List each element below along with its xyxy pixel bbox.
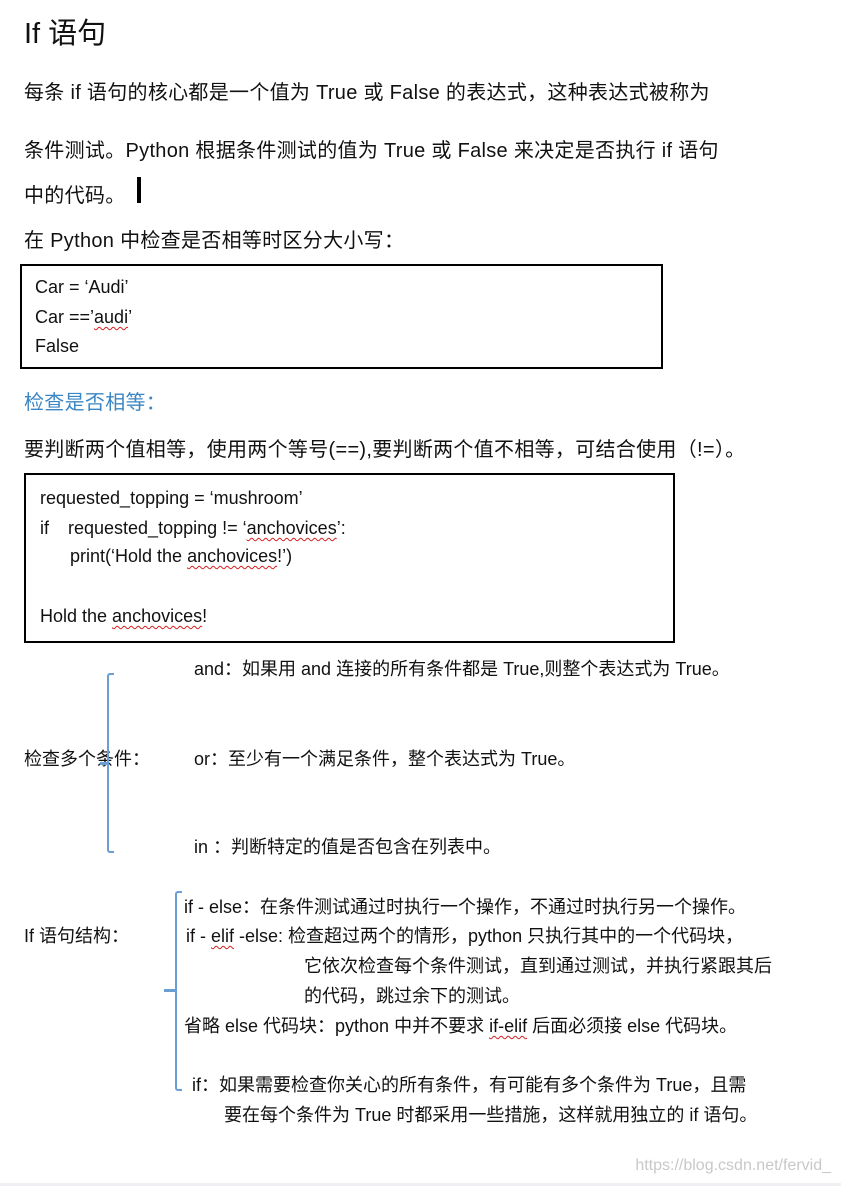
page-title: If 语句 xyxy=(24,18,107,50)
if-elif-else-line-2: 它依次检查每个条件测试，直到通过测试，并执行紧跟其后 xyxy=(304,956,772,976)
omit-else-item: 省略 else 代码块：python 中并不要求 if-elif 后面必须接 e… xyxy=(184,1012,737,1038)
intro-line-3: 中的代码。 xyxy=(24,185,126,207)
brace-multi-conditions xyxy=(107,673,114,853)
code-text: Hold the xyxy=(40,606,113,626)
code-line: if requested_topping != ‘anchovices’: xyxy=(40,518,346,539)
condition-in: in ：判断特定的值是否包含在列表中。 xyxy=(194,837,502,857)
spellcheck-word: audi xyxy=(94,307,129,327)
code-box-case: Car = ‘Audi’ Car ==’audi’ False xyxy=(20,264,663,369)
equality-heading: 检查是否相等： xyxy=(24,392,167,414)
code-text: ! xyxy=(202,606,208,626)
code-output: Hold the anchovices! xyxy=(40,606,207,627)
brace-if-structure xyxy=(175,891,182,1091)
spellcheck-word: if-elif xyxy=(489,1016,528,1036)
spellcheck-word: anchovices xyxy=(112,606,203,626)
watermark: https://blog.csdn.net/fervid_ xyxy=(635,1157,831,1174)
case-sensitivity-note: 在 Python 中检查是否相等时区分大小写： xyxy=(24,230,405,252)
code-text: ’: xyxy=(336,518,346,538)
condition-and: and：如果用 and 连接的所有条件都是 True,则整个表达式为 True。 xyxy=(194,659,730,679)
text-cursor xyxy=(137,177,141,203)
code-keyword: if xyxy=(40,518,49,538)
independent-if-line-1: if：如果需要检查你关心的所有条件，有可能有多个条件为 True，且需 xyxy=(192,1075,747,1095)
if-elif-else-line-3: 的代码，跳过余下的测试。 xyxy=(304,986,520,1006)
spellcheck-word: anchovices xyxy=(187,546,278,566)
if-else-item: if - else：在条件测试通过时执行一个操作，不通过时执行另一个操作。 xyxy=(184,897,747,917)
code-line: requested_topping = ‘mushroom’ xyxy=(40,488,303,508)
code-line: Car ==’audi’ xyxy=(35,307,132,328)
if-elif-else-item: if - elif -else: 检查超过两个的情形，python 只执行其中的… xyxy=(186,922,743,948)
equality-text: 要判断两个值相等，使用两个等号(==),要判断两个值不相等，可结合使用（!=）。 xyxy=(24,439,746,461)
intro-line-2: 条件测试。Python 根据条件测试的值为 True 或 False 来决定是否… xyxy=(24,140,719,162)
spellcheck-word: anchovices xyxy=(246,518,337,538)
code-line: Car = ‘Audi’ xyxy=(35,277,129,297)
code-output: False xyxy=(35,336,80,356)
item-text: if - xyxy=(186,926,211,946)
item-text: 省略 else 代码块：python 中并不要求 xyxy=(184,1016,490,1036)
code-text: print(‘Hold the xyxy=(70,546,188,566)
code-text: requested_topping != ‘ xyxy=(68,518,247,538)
condition-or: or：至少有一个满足条件，整个表达式为 True。 xyxy=(194,749,576,769)
code-box-inequality: requested_topping = ‘mushroom’ if request… xyxy=(24,473,675,643)
code-line: print(‘Hold the anchovices!’) xyxy=(70,546,292,567)
if-structure-label: If 语句结构： xyxy=(24,926,130,946)
code-text: ’ xyxy=(128,307,133,327)
code-text: !’) xyxy=(277,546,293,566)
independent-if-line-2: 要在每个条件为 True 时都采用一些措施，这样就用独立的 if 语句。 xyxy=(224,1105,758,1125)
code-text: Car ==’ xyxy=(35,307,95,327)
multi-conditions-label: 检查多个条件： xyxy=(24,749,150,769)
spellcheck-word: elif xyxy=(211,926,235,946)
item-text: -else: 检查超过两个的情形，python 只执行其中的一个代码块， xyxy=(234,926,744,946)
intro-line-1: 每条 if 语句的核心都是一个值为 True 或 False 的表达式，这种表达… xyxy=(24,82,710,104)
item-text: 后面必须接 else 代码块。 xyxy=(527,1016,738,1036)
